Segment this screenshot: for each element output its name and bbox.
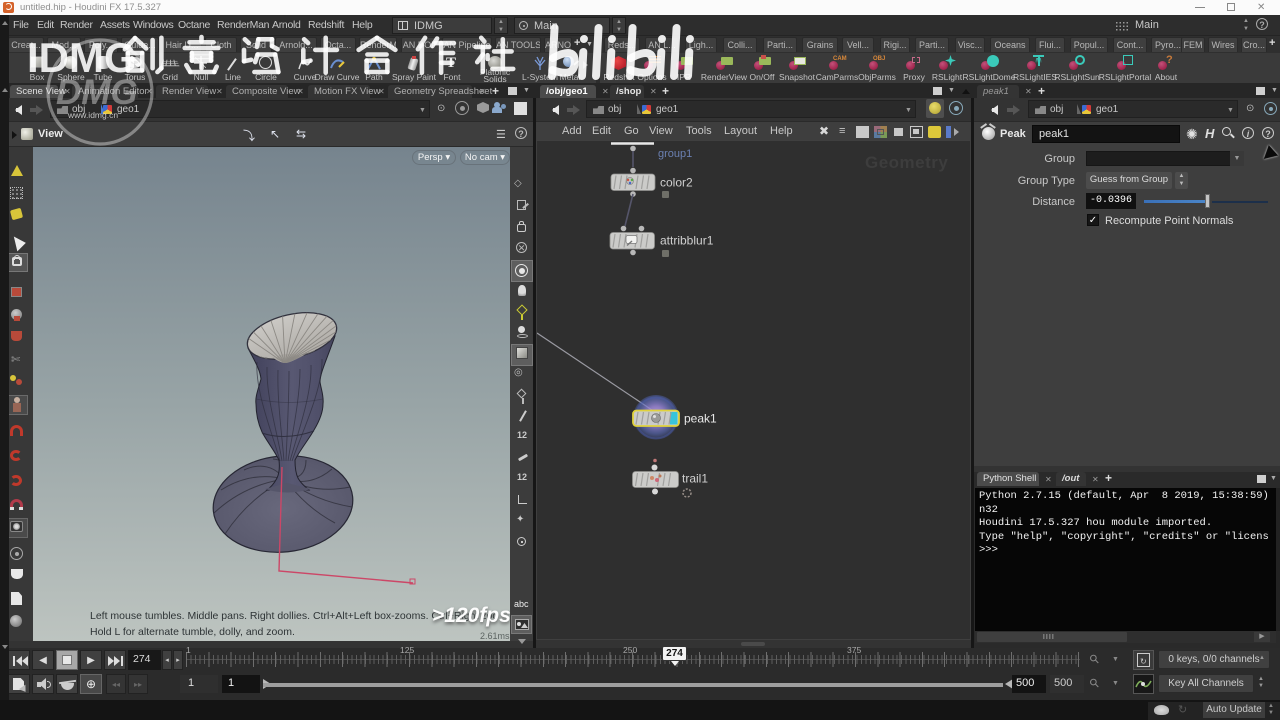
svg-text:color2: color2 — [660, 176, 693, 190]
svg-text:peak1: peak1 — [684, 412, 717, 426]
svg-text:group1: group1 — [658, 148, 692, 160]
svg-text:trail1: trail1 — [682, 472, 708, 486]
svg-text:attribblur1: attribblur1 — [660, 234, 714, 248]
